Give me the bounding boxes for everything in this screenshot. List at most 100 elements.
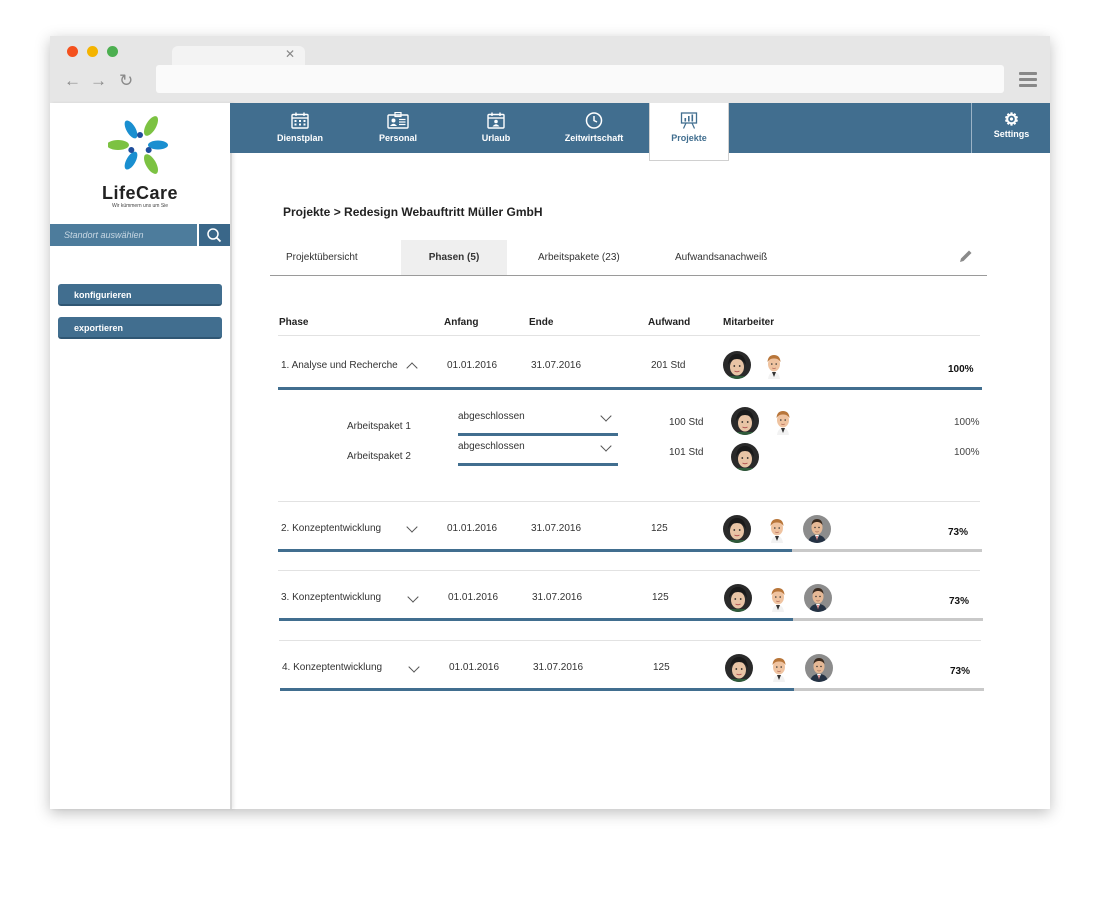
chevron-down-icon[interactable]	[407, 591, 419, 603]
avatar	[803, 515, 831, 543]
browser-tab[interactable]: ✕	[172, 46, 305, 65]
location-search	[50, 224, 199, 246]
tab-aufwandsnachweis[interactable]: Aufwandsanachweiß	[675, 240, 767, 275]
phase-end: 31.07.2016	[533, 662, 584, 673]
tab-projektuebersicht[interactable]: Projektübersicht	[286, 240, 358, 275]
search-button[interactable]	[199, 224, 230, 246]
work-package-name: Arbeitspaket 1	[347, 421, 411, 432]
avatar	[765, 654, 793, 682]
brand-name: LifeCare	[101, 183, 179, 203]
work-package-progress: 100%	[954, 417, 980, 428]
work-package-effort: 101 Std	[669, 447, 704, 458]
phase-start: 01.01.2016	[447, 523, 498, 534]
avatar	[724, 584, 752, 612]
tab-bar: Projektübersicht Phasen (5) Arbeitspaket…	[270, 240, 987, 276]
avatar	[725, 654, 753, 682]
nav-label: Personal	[378, 133, 418, 143]
header-mitarbeiter: Mitarbeiter	[723, 317, 775, 328]
status-value: abgeschlossen	[458, 411, 525, 422]
clock-icon	[585, 112, 603, 129]
configure-button[interactable]: konfigurieren	[58, 284, 222, 306]
top-navigation: Dienstplan Personal Urlaub Zeitwirtschaf…	[230, 103, 1051, 161]
phase-end: 31.07.2016	[532, 592, 583, 603]
avatar	[763, 515, 791, 543]
phase-progress-label: 73%	[949, 596, 970, 607]
tab-close-icon[interactable]: ✕	[285, 47, 295, 61]
work-package-status-select[interactable]: abgeschlossen	[458, 439, 618, 466]
chevron-up-icon[interactable]	[406, 362, 418, 374]
row-divider	[278, 501, 980, 502]
nav-urlaub[interactable]: Urlaub	[456, 103, 536, 153]
phase-effort: 125	[651, 523, 668, 534]
avatar	[731, 407, 759, 435]
work-package-effort: 100 Std	[669, 417, 704, 428]
avatar	[764, 584, 792, 612]
browser-chrome: ✕ ← → ↻	[50, 36, 1050, 103]
phase-progress-label: 100%	[948, 364, 974, 375]
phase-end: 31.07.2016	[531, 360, 582, 371]
lifecare-logo-icon	[108, 116, 168, 174]
nav-dienstplan[interactable]: Dienstplan	[260, 103, 340, 153]
phase-start: 01.01.2016	[448, 592, 499, 603]
phase-end: 31.07.2016	[531, 523, 582, 534]
chevron-down-icon[interactable]	[406, 521, 418, 533]
phase-start: 01.01.2016	[447, 360, 498, 371]
status-value: abgeschlossen	[458, 441, 525, 452]
close-window-dot[interactable]	[67, 46, 78, 57]
nav-label: Projekte	[671, 133, 707, 143]
phase-progress-bar	[278, 387, 982, 390]
avatar	[723, 515, 751, 543]
phase-progress-bar	[279, 618, 983, 621]
work-package-status-select[interactable]: abgeschlossen	[458, 409, 618, 436]
calendar-icon	[291, 112, 309, 129]
back-arrow-icon[interactable]: ←	[64, 71, 81, 91]
nav-settings[interactable]: ⚙ Settings	[971, 103, 1051, 153]
maximize-window-dot[interactable]	[107, 46, 118, 57]
phase-effort: 125	[653, 662, 670, 673]
phase-name: 1. Analyse und Recherche	[281, 360, 398, 371]
browser-window: ✕ ← → ↻ LifeCare Wir kümmern uns um Sie …	[50, 36, 1050, 809]
nav-personal[interactable]: Personal	[358, 103, 438, 153]
row-divider	[279, 640, 981, 641]
avatar	[760, 351, 788, 379]
id-card-icon	[387, 112, 409, 129]
reload-icon[interactable]: ↻	[119, 71, 133, 91]
address-bar[interactable]	[156, 65, 1004, 93]
avatar	[769, 407, 797, 435]
nav-label: Dienstplan	[276, 133, 323, 143]
edit-pencil-icon[interactable]	[958, 248, 974, 264]
chevron-down-icon	[600, 410, 612, 422]
phase-start: 01.01.2016	[449, 662, 500, 673]
header-aufwand: Aufwand	[648, 317, 691, 328]
phase-name: 4. Konzeptentwicklung	[282, 662, 383, 673]
avatar	[731, 443, 759, 471]
nav-label: Urlaub	[481, 133, 511, 143]
breadcrumb: Projekte > Redesign Webauftritt Müller G…	[283, 205, 543, 219]
phase-progress-fill	[280, 688, 794, 691]
phase-progress-bar	[280, 688, 984, 691]
avatar	[804, 584, 832, 612]
avatar	[805, 654, 833, 682]
hamburger-menu-icon[interactable]	[1019, 72, 1037, 90]
search-icon	[207, 228, 222, 243]
export-button[interactable]: exportieren	[58, 317, 222, 339]
avatar	[723, 351, 751, 379]
nav-label: Zeitwirtschaft	[564, 133, 624, 143]
minimize-window-dot[interactable]	[87, 46, 98, 57]
phase-name: 3. Konzeptentwicklung	[281, 592, 382, 603]
phase-progress-bar	[278, 549, 982, 552]
location-search-input[interactable]	[50, 224, 199, 246]
tab-phasen[interactable]: Phasen (5)	[401, 240, 507, 275]
gear-icon: ⚙	[1003, 110, 1020, 129]
header-anfang: Anfang	[444, 317, 479, 328]
header-divider	[278, 335, 980, 336]
header-ende: Ende	[529, 317, 554, 328]
nav-projekte[interactable]: Projekte	[649, 103, 729, 161]
phase-name: 2. Konzeptentwicklung	[281, 523, 382, 534]
phase-progress-fill	[278, 549, 792, 552]
header-phase: Phase	[279, 317, 309, 328]
tab-arbeitspakete[interactable]: Arbeitspakete (23)	[538, 240, 620, 275]
forward-arrow-icon[interactable]: →	[90, 71, 107, 91]
nav-zeitwirtschaft[interactable]: Zeitwirtschaft	[554, 103, 634, 153]
chevron-down-icon[interactable]	[408, 661, 420, 673]
